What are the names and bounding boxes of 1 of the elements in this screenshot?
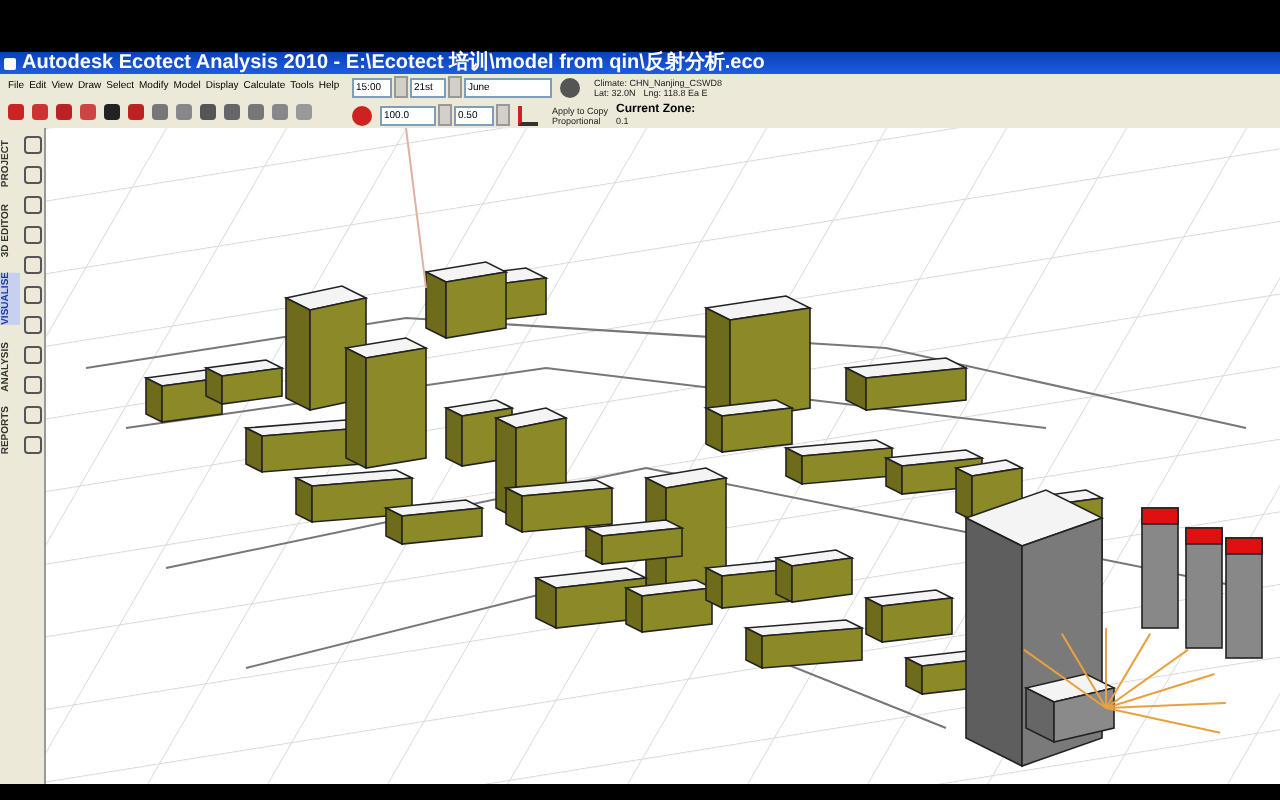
window-title: Autodesk Ecotect Analysis 2010 - E:\Ecotect 培训\model from qin\反射分析.eco: [22, 52, 765, 74]
